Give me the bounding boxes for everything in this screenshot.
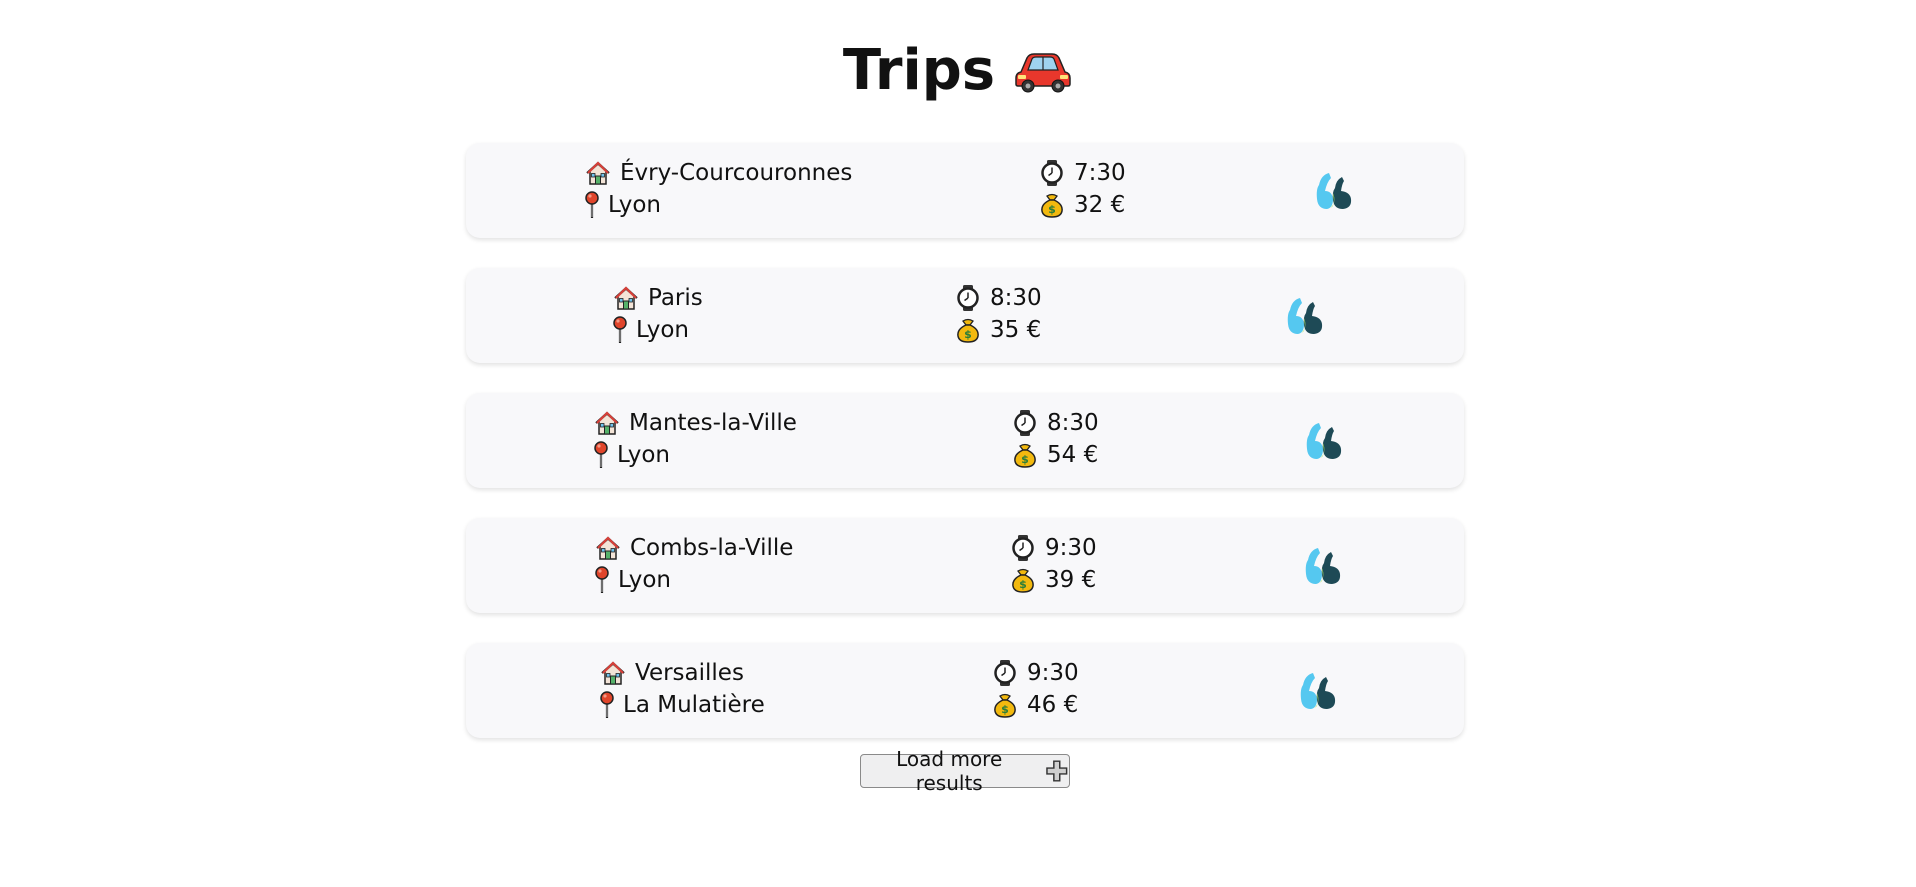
pin-icon (584, 191, 600, 219)
trip-card[interactable]: Mantes-la-Ville Lyon 8:30 54 € (466, 393, 1464, 488)
trip-route: Paris Lyon (612, 284, 703, 344)
trip-destination: La Mulatière (623, 692, 765, 718)
trip-departure: Paris (648, 285, 703, 311)
quote-logo-icon (1302, 546, 1346, 586)
trip-card[interactable]: Évry-Courcouronnes Lyon 7:30 32 € (466, 143, 1464, 238)
trip-price: 35 € (990, 317, 1042, 343)
money-bag-icon (1011, 441, 1039, 469)
trip-destination: Lyon (608, 192, 661, 218)
trip-departure: Mantes-la-Ville (629, 410, 797, 436)
load-more-button[interactable]: Load more results (860, 747, 1070, 795)
money-bag-icon (991, 691, 1019, 719)
page-title: Trips (0, 36, 1916, 106)
trip-departure: Combs-la-Ville (630, 535, 794, 561)
pin-icon (599, 691, 615, 719)
quote-logo-icon (1297, 671, 1341, 711)
trip-price: 46 € (1027, 692, 1079, 718)
trip-time: 9:30 (1027, 660, 1079, 686)
house-icon (612, 284, 640, 312)
trip-route: Mantes-la-Ville Lyon (593, 409, 797, 469)
watch-icon (991, 659, 1019, 687)
house-icon (593, 409, 621, 437)
page-title-text: Trips (842, 38, 996, 103)
trip-card[interactable]: Versailles La Mulatière 9:30 46 € (466, 643, 1464, 738)
trip-time: 7:30 (1074, 160, 1126, 186)
trip-departure: Versailles (635, 660, 744, 686)
pin-icon (593, 441, 609, 469)
trip-price: 32 € (1074, 192, 1126, 218)
watch-icon (1038, 159, 1066, 187)
trip-destination: Lyon (617, 442, 670, 468)
house-icon (584, 159, 612, 187)
trip-departure: Évry-Courcouronnes (620, 160, 853, 186)
trip-details: 7:30 32 € (1038, 159, 1126, 219)
watch-icon (1011, 409, 1039, 437)
trip-route: Combs-la-Ville Lyon (594, 534, 793, 594)
trip-details: 8:30 35 € (954, 284, 1042, 344)
pin-icon (594, 566, 610, 594)
trip-time: 9:30 (1045, 535, 1097, 561)
trip-list: Évry-Courcouronnes Lyon 7:30 32 € Paris … (466, 143, 1464, 768)
quote-logo-icon (1313, 171, 1357, 211)
pin-icon (612, 316, 628, 344)
trip-card[interactable]: Combs-la-Ville Lyon 9:30 39 € (466, 518, 1464, 613)
trip-time: 8:30 (1047, 410, 1099, 436)
watch-icon (954, 284, 982, 312)
car-icon (1015, 53, 1071, 93)
quote-logo-icon (1303, 421, 1347, 461)
trip-route: Versailles La Mulatière (599, 659, 765, 719)
trip-price: 54 € (1047, 442, 1099, 468)
trip-details: 9:30 39 € (1009, 534, 1097, 594)
load-more-label: Load more results (896, 747, 1003, 795)
trip-route: Évry-Courcouronnes Lyon (584, 159, 852, 219)
trip-destination: Lyon (636, 317, 689, 343)
trip-details: 9:30 46 € (991, 659, 1079, 719)
trip-card[interactable]: Paris Lyon 8:30 35 € (466, 268, 1464, 363)
trip-details: 8:30 54 € (1011, 409, 1099, 469)
trip-time: 8:30 (990, 285, 1042, 311)
trip-price: 39 € (1045, 567, 1097, 593)
house-icon (594, 534, 622, 562)
money-bag-icon (1038, 191, 1066, 219)
plus-icon (1045, 759, 1069, 783)
money-bag-icon (954, 316, 982, 344)
watch-icon (1009, 534, 1037, 562)
trip-destination: Lyon (618, 567, 671, 593)
house-icon (599, 659, 627, 687)
quote-logo-icon (1284, 296, 1328, 336)
money-bag-icon (1009, 566, 1037, 594)
